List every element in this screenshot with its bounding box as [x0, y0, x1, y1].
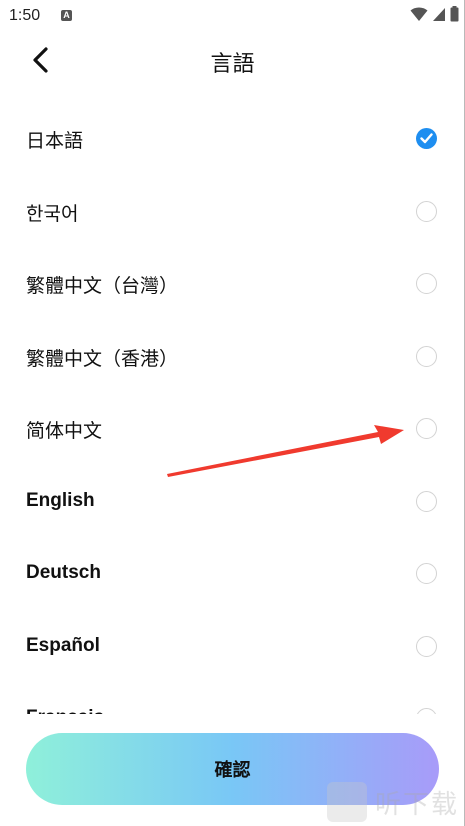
language-option-label: English: [26, 489, 95, 511]
signal-icon: [433, 8, 445, 21]
battery-icon: [450, 6, 459, 22]
notification-badge-label: A: [63, 10, 70, 20]
language-option-label: 繁體中文（台灣）: [26, 275, 179, 297]
language-option-label: 繁體中文（香港）: [26, 347, 179, 370]
radio-unchecked-icon[interactable]: [416, 708, 437, 714]
radio-unchecked-icon[interactable]: [416, 635, 437, 657]
language-option[interactable]: 日本語: [0, 102, 465, 175]
language-option-label: 简体中文: [26, 420, 103, 442]
status-time: 1:50: [9, 7, 41, 24]
status-bar: 1:50 A: [0, 0, 465, 32]
page-title: 言語: [210, 52, 255, 77]
language-list[interactable]: 日本語 한국어 繁體中文（台灣） 繁體中文（香港） 简体中文 English Deutsch…: [0, 102, 465, 714]
language-option-label: 日本語: [26, 130, 84, 152]
radio-unchecked-icon[interactable]: [416, 418, 437, 439]
language-option[interactable]: 繁體中文（台灣）: [0, 247, 465, 320]
radio-unchecked-icon[interactable]: [416, 490, 437, 512]
language-option[interactable]: 繁體中文（香港）: [0, 320, 465, 393]
language-option[interactable]: 한국어: [0, 175, 465, 248]
language-option[interactable]: Español: [0, 610, 465, 683]
wifi-icon: [410, 7, 428, 21]
app-header: 言語: [0, 32, 465, 90]
radio-unchecked-icon[interactable]: [416, 273, 437, 294]
notification-badge-icon: A: [61, 10, 72, 21]
confirm-button[interactable]: 確認: [26, 733, 439, 805]
radio-unchecked-icon[interactable]: [416, 200, 437, 222]
language-option-label: Français: [26, 707, 104, 714]
language-option[interactable]: 简体中文: [0, 392, 465, 465]
language-option-label: Español: [26, 634, 100, 656]
language-option-label: 한국어: [26, 202, 79, 225]
radio-unchecked-icon[interactable]: [416, 563, 437, 584]
language-option[interactable]: Deutsch: [0, 537, 465, 610]
radio-unchecked-icon[interactable]: [416, 345, 437, 367]
system-icons: [410, 6, 459, 22]
radio-checked-icon[interactable]: [416, 128, 437, 149]
language-option[interactable]: Français: [0, 682, 465, 714]
language-option[interactable]: English: [0, 465, 465, 538]
language-option-label: Deutsch: [26, 562, 101, 583]
